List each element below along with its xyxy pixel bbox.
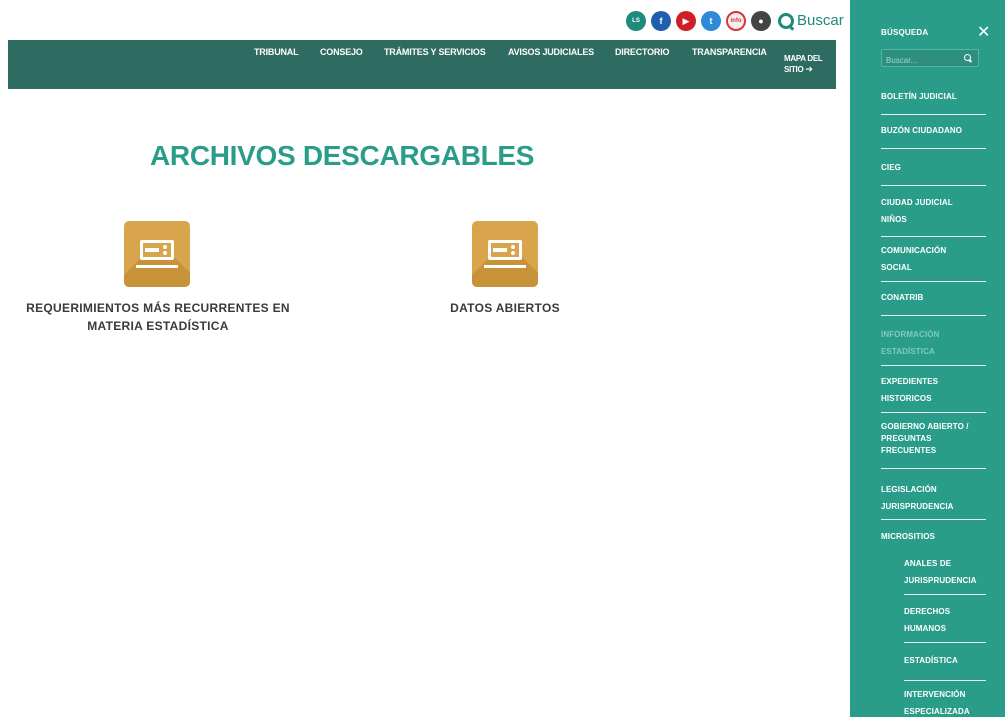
sidebar-item-legislacion[interactable]: LEGISLACIÓN JURISPRUDENCIA	[881, 481, 986, 515]
sidebar-item-buzon[interactable]: BUZÓN CIUDADANO	[881, 122, 986, 139]
search-label: Buscar	[797, 12, 844, 29]
sidebar-item-conatrib[interactable]: CONATRIB	[881, 289, 986, 306]
sidebar-item-boletin[interactable]: BOLETÍN JUDICIAL	[881, 88, 986, 105]
sidebar-subitem-intervencion[interactable]: INTERVENCIÓN ESPECIALIZADA	[904, 686, 986, 717]
sidebar-item-ciudad-judicial[interactable]: CIUDAD JUDICIAL NIÑOS	[881, 194, 986, 228]
lengua-de-senas-icon[interactable]: LS	[626, 11, 646, 31]
mapa-line1: MAPA DEL	[784, 54, 823, 63]
nav-avisos[interactable]: AVISOS JUDICIALES	[508, 47, 594, 57]
sidebar-heading: BÚSQUEDA	[881, 28, 929, 37]
sidebar-item-gobierno-abierto[interactable]: GOBIERNO ABIERTO / PREGUNTAS FRECUENTES	[881, 421, 986, 457]
youtube-icon[interactable]: ▶	[676, 11, 696, 31]
mapa-line2: SITIO	[784, 65, 804, 74]
close-icon[interactable]: ✕	[977, 22, 990, 42]
sidebar-item-informacion[interactable]: INFORMACIÓN ESTADÍSTICA	[881, 326, 986, 360]
social-icons: LS f ▶ t info ●	[626, 11, 771, 31]
nav-transparencia[interactable]: TRANSPARENCIA	[692, 47, 767, 57]
card-requerimientos-label: REQUERIMIENTOS MÁS RECURRENTES EN MATERI…	[26, 301, 290, 333]
radio-icon[interactable]: ●	[751, 11, 771, 31]
sidebar-item-micrositios[interactable]: MICROSITIOS	[881, 528, 986, 545]
twitter-icon[interactable]: t	[701, 11, 721, 31]
sidebar-search-input[interactable]	[882, 52, 962, 69]
sidebar-item-expedientes[interactable]: EXPEDIENTES HISTORICOS	[881, 373, 986, 407]
card-datos-abiertos-label: DATOS ABIERTOS	[450, 301, 560, 315]
search-icon[interactable]	[964, 54, 972, 62]
sidebar-subitem-derechos[interactable]: DERECHOS HUMANOS	[904, 603, 986, 637]
nav-mapa-del-sitio[interactable]: MAPA DEL SITIO ➔	[784, 54, 823, 75]
nav-tramites[interactable]: TRÁMITES Y SERVICIOS	[384, 47, 486, 57]
nav-consejo[interactable]: CONSEJO	[320, 47, 363, 57]
search-button[interactable]: Buscar	[778, 12, 844, 29]
sidebar-item-comunicacion[interactable]: COMUNICACIÓN SOCIAL	[881, 242, 986, 276]
sidebar: BÚSQUEDA ✕ BOLETÍN JUDICIAL BUZÓN CIUDAD…	[850, 0, 1005, 717]
sidebar-subitem-anales[interactable]: ANALES DE JURISPRUDENCIA	[904, 555, 986, 589]
search-icon	[778, 12, 794, 29]
main-nav: TRIBUNAL CONSEJO TRÁMITES Y SERVICIOS AV…	[8, 40, 836, 89]
sidebar-subitem-estadistica[interactable]: ESTADÍSTICA	[904, 652, 986, 669]
nav-tribunal[interactable]: TRIBUNAL	[254, 47, 299, 57]
monitor-icon	[124, 221, 190, 287]
sign-in-icon: ➔	[805, 64, 813, 74]
nav-directorio[interactable]: DIRECTORIO	[615, 47, 670, 57]
infomex-icon[interactable]: info	[726, 11, 746, 31]
sidebar-item-cieg[interactable]: CIEG	[881, 159, 986, 176]
sidebar-search	[881, 49, 979, 69]
monitor-icon	[472, 221, 538, 287]
page-title: ARCHIVOS DESCARGABLES	[150, 140, 535, 171]
facebook-icon[interactable]: f	[651, 11, 671, 31]
